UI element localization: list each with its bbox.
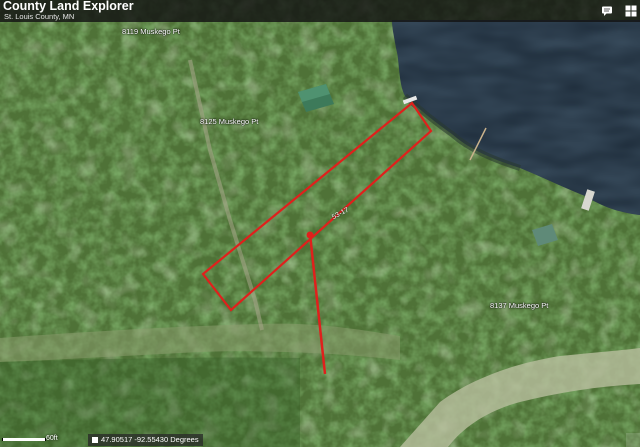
coordinate-text: 47.90517 -92.55430 Degrees xyxy=(101,435,199,444)
scale-bar-line xyxy=(2,438,46,441)
map-logo-icon xyxy=(626,433,640,447)
aerial-map[interactable] xyxy=(0,0,640,447)
address-label: 8125 Muskego Pt xyxy=(200,117,259,126)
map-app: 8119 Muskego Pt 8125 Muskego Pt 8137 Mus… xyxy=(0,0,640,447)
location-marker-icon xyxy=(92,437,98,444)
parcel-centroid-marker xyxy=(306,231,314,239)
coordinate-readout: 47.90517 -92.55430 Degrees xyxy=(88,434,203,446)
address-label: 8137 Muskego Pt xyxy=(490,301,549,310)
app-header: County Land Explorer St. Louis County, M… xyxy=(0,0,640,22)
grid-icon[interactable] xyxy=(625,5,637,17)
scale-bar: 60ft xyxy=(0,434,64,447)
app-subtitle: St. Louis County, MN xyxy=(4,12,75,21)
scale-bar-label: 60ft xyxy=(46,435,58,442)
address-label: 8119 Muskego Pt xyxy=(122,27,180,36)
comment-icon[interactable] xyxy=(601,5,613,17)
